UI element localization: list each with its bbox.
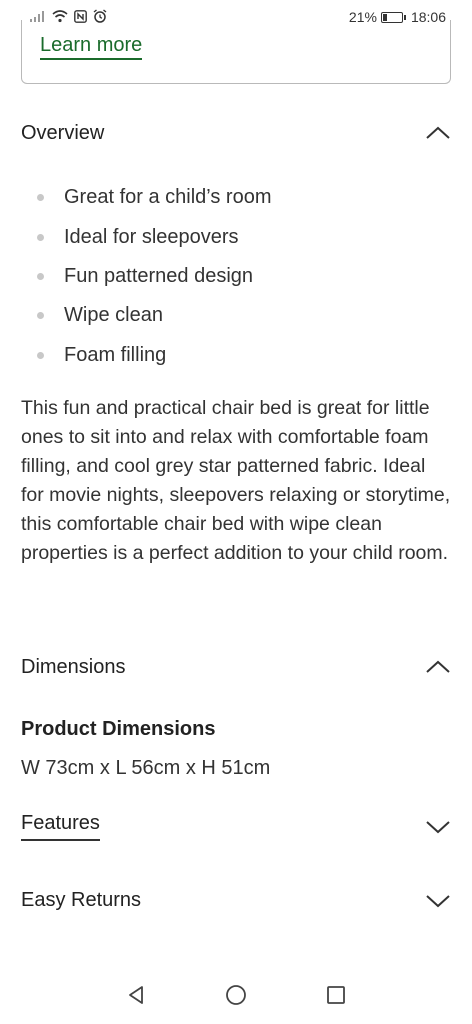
- bullet-icon: [37, 351, 44, 359]
- product-dimensions-value: W 73cm x L 56cm x H 51cm: [21, 757, 271, 779]
- features-header[interactable]: Features: [21, 811, 451, 841]
- bullet-text: Fun patterned design: [64, 264, 254, 287]
- chevron-down-icon[interactable]: [425, 891, 451, 909]
- bullet-text: Wipe clean: [64, 304, 163, 327]
- list-item: Foam filling: [21, 336, 451, 375]
- bullet-icon: [37, 312, 44, 320]
- chevron-up-icon[interactable]: [425, 658, 451, 676]
- recents-icon[interactable]: [321, 980, 351, 1010]
- bullet-text: Ideal for sleepovers: [64, 225, 239, 248]
- overview-bullet-list: Great for a child’s room Ideal for sleep…: [21, 178, 451, 375]
- list-item: Fun patterned design: [21, 257, 451, 296]
- bullet-icon: [37, 194, 44, 202]
- dimensions-header[interactable]: Dimensions: [21, 652, 451, 682]
- learn-more-link[interactable]: Learn more: [40, 34, 143, 60]
- list-item: Great for a child’s room: [21, 178, 451, 217]
- chevron-down-icon[interactable]: [425, 817, 451, 835]
- overview-header[interactable]: Overview: [21, 118, 451, 148]
- features-title: Features: [21, 812, 100, 841]
- list-item: Ideal for sleepovers: [21, 217, 451, 256]
- bullet-text: Foam filling: [64, 343, 167, 366]
- list-item: Wipe clean: [21, 296, 451, 335]
- easy-returns-header[interactable]: Easy Returns: [21, 885, 451, 915]
- chevron-up-icon[interactable]: [425, 124, 451, 142]
- home-icon[interactable]: [221, 980, 251, 1010]
- bullet-icon: [37, 233, 44, 241]
- bullet-icon: [37, 272, 44, 280]
- overview-description: This fun and practical chair bed is grea…: [21, 397, 451, 564]
- easy-returns-title: Easy Returns: [21, 888, 142, 911]
- bullet-text: Great for a child’s room: [64, 186, 272, 209]
- product-dimensions-title: Product Dimensions: [21, 718, 216, 740]
- system-nav-bar: [0, 968, 472, 1024]
- dimensions-title: Dimensions: [21, 655, 126, 678]
- overview-title: Overview: [21, 121, 105, 144]
- back-icon[interactable]: [121, 980, 151, 1010]
- learn-more-card: Learn more: [21, 20, 451, 84]
